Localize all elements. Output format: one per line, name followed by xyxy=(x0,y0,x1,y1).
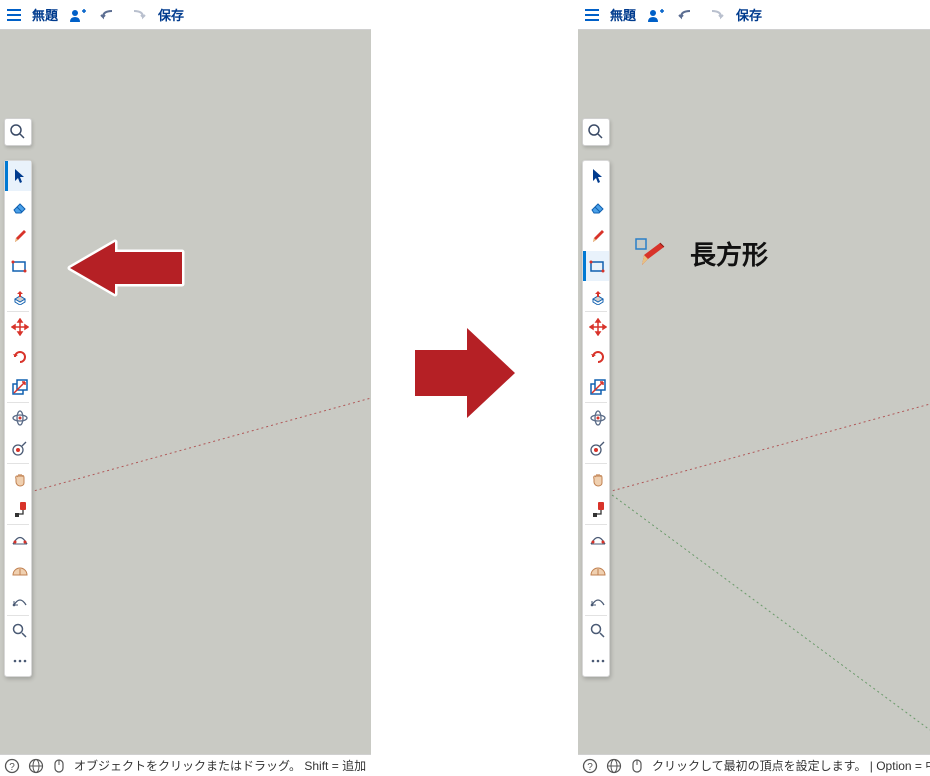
viewport-axes-right xyxy=(578,0,930,776)
tool-select[interactable] xyxy=(583,161,609,191)
tool-protractor[interactable] xyxy=(583,555,609,585)
header-bar-right: 無題 保存 xyxy=(578,0,930,30)
globe-icon[interactable] xyxy=(606,758,622,774)
tool-rotate[interactable] xyxy=(583,342,609,372)
tool-pencil[interactable] xyxy=(583,221,609,251)
tool-scale[interactable] xyxy=(583,372,609,402)
tool-select[interactable] xyxy=(5,161,31,191)
transition-arrow xyxy=(405,318,525,433)
header-bar: 無題 保存 xyxy=(0,0,371,30)
mouse-icon xyxy=(52,758,66,774)
tool-tooltip: 長方形 xyxy=(634,235,768,272)
tool-move[interactable] xyxy=(583,312,609,342)
document-title: 無題 xyxy=(32,5,58,24)
tool-pencil[interactable] xyxy=(5,221,31,251)
help-icon[interactable]: ? xyxy=(4,758,20,774)
mouse-icon xyxy=(630,758,644,774)
tool-tooltip-label: 長方形 xyxy=(690,235,768,272)
tool-offset[interactable] xyxy=(583,525,609,555)
document-title: 無題 xyxy=(610,5,636,24)
tool-rectangle[interactable] xyxy=(5,251,31,281)
tool-tape[interactable] xyxy=(583,433,609,463)
user-add-icon[interactable] xyxy=(68,5,88,25)
tool-orbit[interactable] xyxy=(5,403,31,433)
viewport-axes-left xyxy=(0,0,371,776)
status-bar-right: ? クリックして最初の頂点を設定します。 | Option = 中 xyxy=(578,754,930,776)
tool-pan[interactable] xyxy=(583,464,609,494)
tool-palette-left xyxy=(4,160,32,677)
search-tool[interactable] xyxy=(582,118,610,146)
tool-more[interactable] xyxy=(583,646,609,676)
tool-zoom[interactable] xyxy=(5,616,31,646)
tool-pushpull[interactable] xyxy=(583,281,609,311)
save-button[interactable]: 保存 xyxy=(736,5,762,24)
tool-palette-right xyxy=(582,160,610,677)
status-bar-left: ? オブジェクトをクリックまたはドラッグ。 Shift = 追加 xyxy=(0,754,371,776)
tool-orbit[interactable] xyxy=(583,403,609,433)
app-panel-before: 無題 保存 xyxy=(0,0,371,776)
undo-button[interactable] xyxy=(676,5,696,25)
tool-rectangle[interactable] xyxy=(583,251,609,281)
redo-button[interactable] xyxy=(128,5,148,25)
tool-protractor[interactable] xyxy=(5,555,31,585)
tool-eraser[interactable] xyxy=(583,191,609,221)
menu-icon[interactable] xyxy=(6,8,22,22)
tool-pan[interactable] xyxy=(5,464,31,494)
save-button[interactable]: 保存 xyxy=(158,5,184,24)
tool-pushpull[interactable] xyxy=(5,281,31,311)
tool-paint[interactable] xyxy=(583,494,609,524)
tool-rotate[interactable] xyxy=(5,342,31,372)
tool-arc[interactable] xyxy=(583,585,609,615)
tool-move[interactable] xyxy=(5,312,31,342)
tool-eraser[interactable] xyxy=(5,191,31,221)
callout-arrow-left xyxy=(60,238,190,303)
globe-icon[interactable] xyxy=(28,758,44,774)
user-add-icon[interactable] xyxy=(646,5,666,25)
search-tool[interactable] xyxy=(4,118,32,146)
tool-offset[interactable] xyxy=(5,525,31,555)
svg-text:?: ? xyxy=(587,762,593,773)
menu-icon[interactable] xyxy=(584,8,600,22)
status-text-left: オブジェクトをクリックまたはドラッグ。 Shift = 追加 xyxy=(74,757,366,774)
tool-paint[interactable] xyxy=(5,494,31,524)
status-text-right: クリックして最初の頂点を設定します。 | Option = 中 xyxy=(652,757,930,774)
help-icon[interactable]: ? xyxy=(582,758,598,774)
tool-tape[interactable] xyxy=(5,433,31,463)
rectangle-cursor-icon xyxy=(634,237,668,271)
undo-button[interactable] xyxy=(98,5,118,25)
tool-arc[interactable] xyxy=(5,585,31,615)
tool-more[interactable] xyxy=(5,646,31,676)
tool-zoom[interactable] xyxy=(583,616,609,646)
tool-scale[interactable] xyxy=(5,372,31,402)
svg-text:?: ? xyxy=(9,762,15,773)
app-panel-after: 無題 保存 xyxy=(578,0,930,776)
redo-button[interactable] xyxy=(706,5,726,25)
